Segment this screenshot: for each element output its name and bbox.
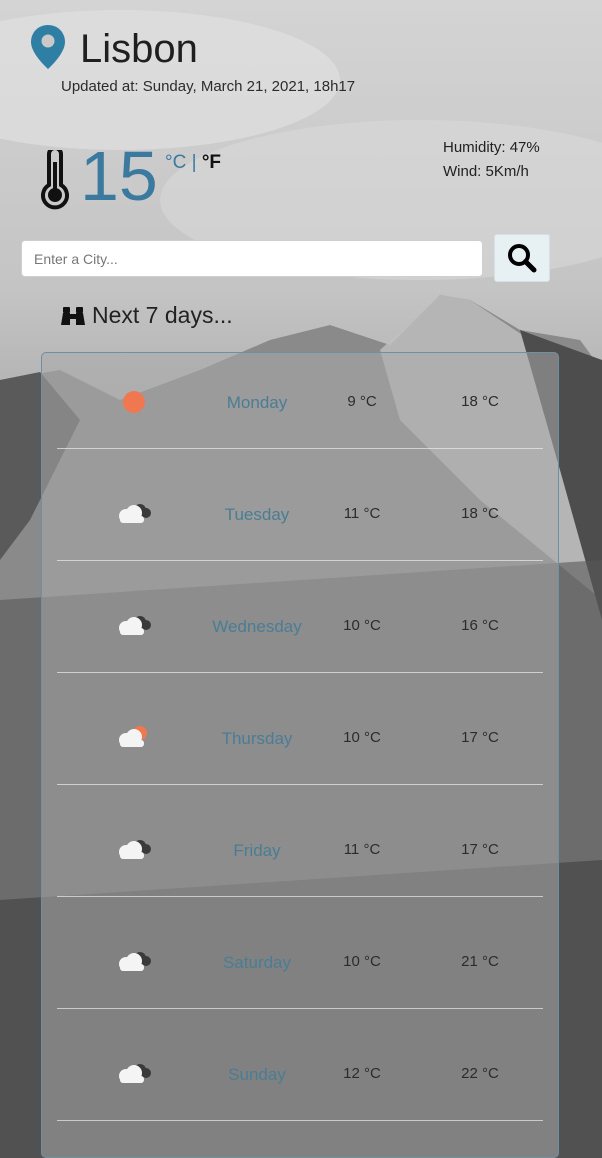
- forecast-day: Saturday: [222, 953, 292, 972]
- updated-time: Updated at: Sunday, March 21, 2021, 18h1…: [61, 78, 356, 95]
- clouds-icon: [119, 1064, 151, 1083]
- fahrenheit-link[interactable]: °F: [202, 152, 221, 173]
- forecast-row: Tuesday 11 °C 18 °C: [57, 465, 543, 561]
- forecast-panel: Monday 9 °C 18 °C Tuesday 11 °C 18 °C We…: [41, 352, 559, 1158]
- city-search-input[interactable]: [21, 240, 483, 277]
- forecast-min: 11 °C: [343, 841, 381, 858]
- forecast-min: 11 °C: [343, 505, 381, 522]
- forecast-row: Sunday 12 °C 22 °C: [57, 1025, 543, 1121]
- unit-separator: |: [191, 152, 197, 173]
- forecast-heading-text: Next 7 days...: [92, 302, 233, 328]
- row-divider: [57, 1008, 543, 1009]
- city-name: Lisbon: [80, 27, 198, 71]
- forecast-min: 10 °C: [343, 617, 381, 634]
- forecast-max: 18 °C: [461, 505, 499, 522]
- forecast-day: Sunday: [228, 1065, 286, 1084]
- binoculars-icon: [61, 306, 85, 325]
- wind: Wind: 5Km/h: [443, 163, 529, 180]
- forecast-max: 16 °C: [461, 617, 499, 634]
- row-divider: [57, 784, 543, 785]
- thermometer-icon: [41, 150, 69, 210]
- location-pin-icon: [31, 25, 65, 69]
- forecast-day: Monday: [226, 393, 288, 412]
- humidity: Humidity: 47%: [443, 139, 540, 156]
- forecast-min: 12 °C: [343, 1065, 381, 1082]
- forecast-max: 18 °C: [461, 393, 499, 410]
- row-divider: [57, 448, 543, 449]
- row-divider: [57, 560, 543, 561]
- unit-toggle: °C | °F: [165, 152, 221, 174]
- wind-label: Wind:: [443, 163, 482, 180]
- forecast-day: Wednesday: [212, 617, 302, 636]
- search-button[interactable]: [494, 234, 550, 282]
- forecast-day: Tuesday: [224, 505, 290, 524]
- forecast-min: 9 °C: [347, 393, 377, 410]
- row-divider: [57, 672, 543, 673]
- forecast-max: 21 °C: [461, 953, 499, 970]
- forecast-row: Wednesday 10 °C 16 °C: [57, 577, 543, 673]
- forecast-min: 10 °C: [343, 953, 381, 970]
- forecast-day: Friday: [233, 841, 281, 860]
- forecast-row: Thursday 10 °C 17 °C: [57, 689, 543, 785]
- current-temperature: 15: [80, 137, 158, 215]
- forecast-max: 22 °C: [461, 1065, 499, 1082]
- clouds-icon: [119, 952, 151, 971]
- clouds-icon: [119, 616, 151, 635]
- partly-cloudy-icon: [119, 726, 147, 747]
- forecast-max: 17 °C: [461, 841, 499, 858]
- search-icon: [508, 244, 537, 273]
- sun-icon: [123, 391, 145, 413]
- humidity-label: Humidity:: [443, 139, 506, 156]
- clouds-icon: [119, 504, 151, 523]
- clouds-icon: [119, 840, 151, 859]
- forecast-row: Friday 11 °C 17 °C: [57, 801, 543, 897]
- row-divider: [57, 896, 543, 897]
- forecast-min: 10 °C: [343, 729, 381, 746]
- forecast-max: 17 °C: [461, 729, 499, 746]
- wind-value: 5Km/h: [485, 163, 529, 180]
- row-divider: [57, 1120, 543, 1121]
- humidity-value: 47%: [509, 139, 540, 156]
- forecast-row: Saturday 10 °C 21 °C: [57, 913, 543, 1009]
- forecast-row: Monday 9 °C 18 °C: [57, 353, 543, 449]
- forecast-heading: Next 7 days...: [60, 302, 233, 329]
- celsius-link[interactable]: °C: [165, 152, 186, 173]
- forecast-day: Thursday: [221, 729, 293, 748]
